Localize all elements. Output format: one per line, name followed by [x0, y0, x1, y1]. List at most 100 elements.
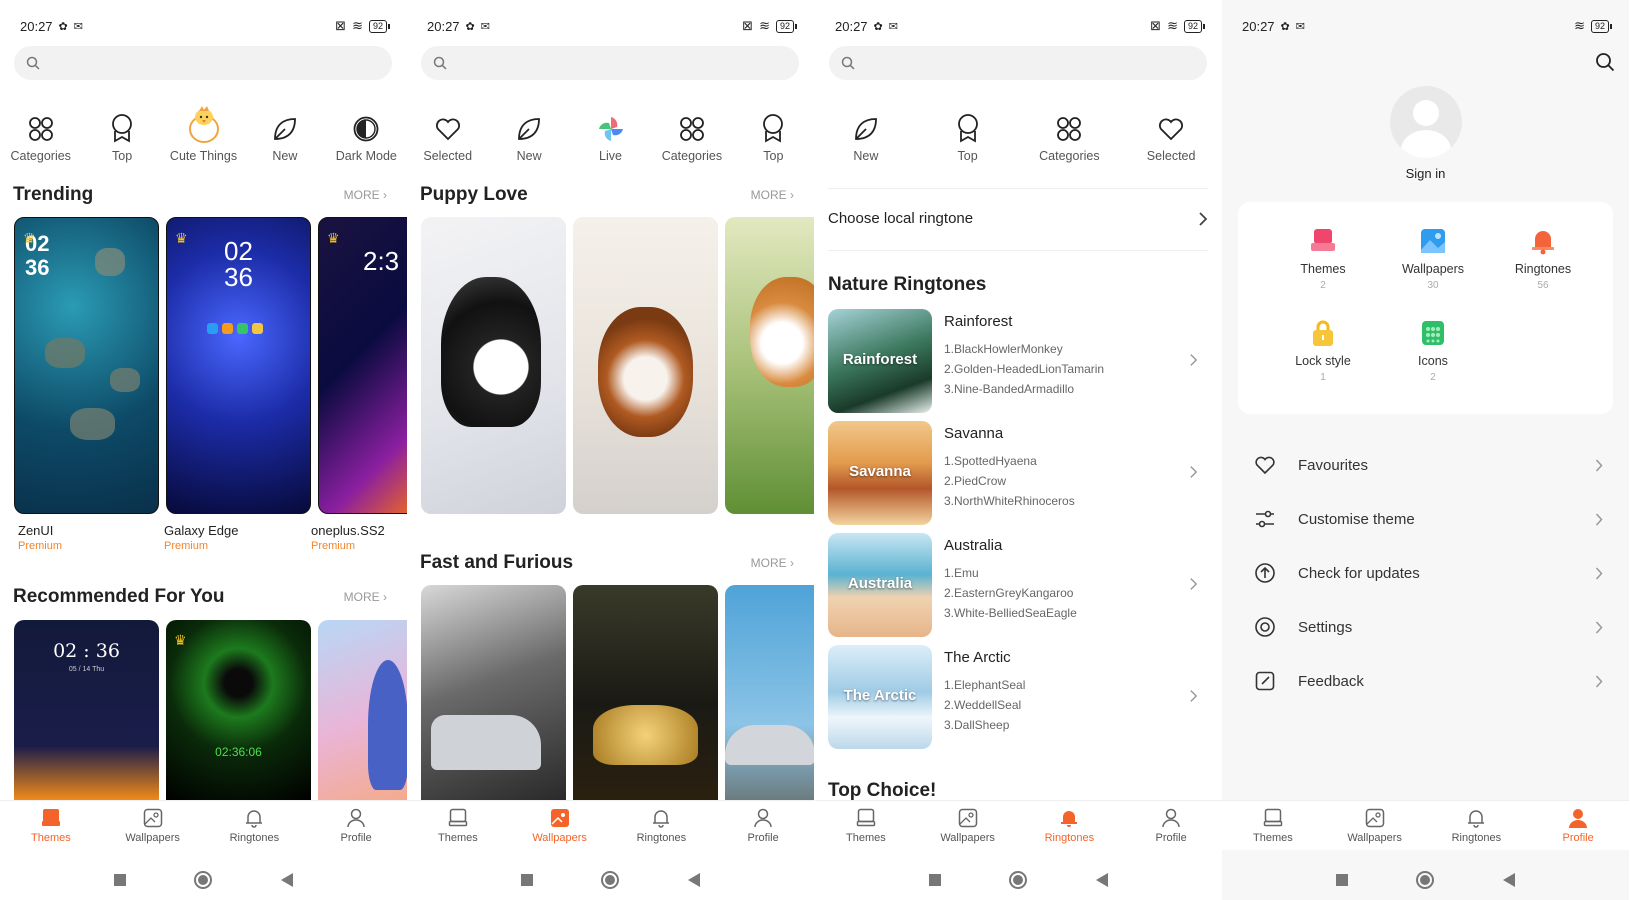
- tab-themes[interactable]: Themes: [407, 801, 509, 850]
- tab-ringtones[interactable]: Ringtones: [1426, 801, 1528, 850]
- more-link[interactable]: MORE ›: [344, 590, 387, 604]
- tab-wallpapers[interactable]: Wallpapers: [917, 801, 1019, 850]
- more-link[interactable]: MORE ›: [344, 188, 387, 202]
- ringtone-pack-savanna[interactable]: Savanna Savanna 1.SpottedHyaena 2.PiedCr…: [828, 421, 1208, 525]
- back-button[interactable]: [1502, 873, 1515, 887]
- category-label: Top: [112, 149, 133, 163]
- dark-mode-icon: [353, 116, 379, 142]
- tab-themes[interactable]: Themes: [1222, 801, 1324, 850]
- menu-customise-theme[interactable]: Customise theme: [1252, 502, 1603, 536]
- menu-check-updates[interactable]: Check for updates: [1252, 556, 1603, 590]
- back-button[interactable]: [280, 873, 293, 887]
- tab-profile[interactable]: Profile: [305, 801, 407, 850]
- menu-settings[interactable]: Settings: [1252, 610, 1603, 644]
- more-link[interactable]: MORE ›: [751, 188, 794, 202]
- tab-wallpapers[interactable]: Wallpapers: [509, 801, 611, 850]
- category-new[interactable]: New: [488, 105, 569, 163]
- theme-card-recommended-3[interactable]: [318, 620, 407, 800]
- menu-label: Settings: [1298, 618, 1353, 636]
- tab-wallpapers[interactable]: Wallpapers: [1324, 801, 1426, 850]
- wallpaper-gold-car[interactable]: [573, 585, 718, 800]
- search-input[interactable]: [14, 46, 392, 80]
- tab-wallpapers[interactable]: Wallpapers: [102, 801, 204, 850]
- recents-button[interactable]: [114, 874, 127, 886]
- home-button[interactable]: [601, 871, 620, 889]
- home-button[interactable]: [1009, 871, 1028, 889]
- recents-button[interactable]: [929, 874, 942, 886]
- wallpaper-shiba[interactable]: [725, 217, 814, 514]
- category-categories[interactable]: Categories: [0, 105, 81, 163]
- category-new[interactable]: New: [244, 105, 325, 163]
- thumb-label: Rainforest: [842, 351, 918, 368]
- stat-themes[interactable]: Themes 2: [1273, 226, 1373, 291]
- menu-label: Customise theme: [1298, 510, 1415, 528]
- tab-ringtones[interactable]: Ringtones: [611, 801, 713, 850]
- avatar[interactable]: [1390, 86, 1462, 158]
- search-input[interactable]: [421, 46, 799, 80]
- search-input[interactable]: [829, 46, 1207, 80]
- tab-themes[interactable]: Themes: [815, 801, 917, 850]
- ringtone-pack-australia[interactable]: Australia Australia 1.Emu 2.EasternGreyK…: [828, 533, 1208, 637]
- tab-profile[interactable]: Profile: [1120, 801, 1222, 850]
- tab-ringtones[interactable]: Ringtones: [1019, 801, 1121, 850]
- tab-ringtones[interactable]: Ringtones: [204, 801, 306, 850]
- menu-feedback[interactable]: Feedback: [1252, 664, 1603, 698]
- choose-local-ringtone[interactable]: Choose local ringtone: [828, 210, 1208, 227]
- stat-ringtones[interactable]: Ringtones 56: [1493, 226, 1593, 291]
- theme-card-zenui[interactable]: 02 36 ♛: [14, 217, 159, 514]
- category-label: Top: [763, 149, 784, 163]
- more-link[interactable]: MORE ›: [751, 556, 794, 570]
- person-icon: [347, 808, 365, 828]
- category-selected[interactable]: Selected: [407, 105, 488, 163]
- wallpaper-suv[interactable]: [421, 585, 566, 800]
- theme-card-galaxy-edge[interactable]: 02 36 ♛: [166, 217, 311, 514]
- menu-favourites[interactable]: Favourites: [1252, 448, 1603, 482]
- home-button[interactable]: [1416, 871, 1435, 889]
- theme-card-recommended-1[interactable]: 02 : 36 05 / 14 Thu: [14, 620, 159, 800]
- themes-icon: [448, 808, 468, 827]
- stat-wallpapers[interactable]: Wallpapers 30: [1383, 226, 1483, 291]
- profile-stats-card: Themes 2 Wallpapers 30 Ringtones 56 Lock…: [1238, 202, 1613, 414]
- category-cute-things[interactable]: Cute Things: [163, 105, 244, 163]
- stat-count: 2: [1430, 372, 1436, 383]
- theme-card-oneplus-ss2[interactable]: 2:3 ♛: [318, 217, 407, 514]
- home-button[interactable]: [194, 871, 213, 889]
- theme-card-recommended-2[interactable]: 02:36:06 ♛: [166, 620, 311, 800]
- battery-icon: 92: [775, 19, 798, 33]
- category-selected[interactable]: Selected: [1120, 105, 1222, 163]
- ringtone-pack-rainforest[interactable]: Rainforest Rainforest 1.BlackHowlerMonke…: [828, 309, 1208, 413]
- back-button[interactable]: [687, 873, 700, 887]
- search-icon: [841, 56, 855, 70]
- stat-count: 1: [1320, 372, 1326, 383]
- crown-icon: ♛: [174, 632, 187, 648]
- ringtones-screen: 20:27 ✿ ✉ ⊠ ≋ 92 New Top Categories Sele…: [815, 0, 1222, 900]
- back-button[interactable]: [1095, 873, 1108, 887]
- ringtone-item: 1.BlackHowlerMonkey: [944, 342, 1063, 356]
- category-top[interactable]: Top: [733, 105, 814, 163]
- ringtone-thumb: The Arctic: [828, 645, 932, 749]
- wallpaper-sedan[interactable]: [725, 585, 814, 800]
- category-top[interactable]: Top: [917, 105, 1019, 163]
- sign-in-link[interactable]: Sign in: [1222, 166, 1629, 181]
- wallpaper-husky[interactable]: [421, 217, 566, 514]
- stat-icons[interactable]: Icons 2: [1383, 318, 1483, 383]
- stat-lock-style[interactable]: Lock style 1: [1273, 318, 1373, 383]
- chevron-right-icon: [1190, 690, 1198, 702]
- recents-button[interactable]: [1336, 874, 1349, 886]
- tab-themes[interactable]: Themes: [0, 801, 102, 850]
- premium-badge: Premium: [164, 540, 209, 552]
- category-categories[interactable]: Categories: [1019, 105, 1121, 163]
- ringtone-pack-arctic[interactable]: The Arctic The Arctic 1.ElephantSeal 2.W…: [828, 645, 1208, 749]
- category-top[interactable]: Top: [81, 105, 162, 163]
- recents-button[interactable]: [521, 874, 534, 886]
- wallpaper-dog-towel[interactable]: [573, 217, 718, 514]
- category-dark-mode[interactable]: Dark Mode: [326, 105, 407, 163]
- tab-profile[interactable]: Profile: [712, 801, 814, 850]
- tab-profile[interactable]: Profile: [1527, 801, 1629, 850]
- category-live[interactable]: Live: [570, 105, 651, 163]
- wifi-icon: ≋: [1167, 18, 1178, 33]
- search-icon[interactable]: [1595, 52, 1615, 72]
- category-label: Dark Mode: [335, 149, 397, 163]
- category-categories[interactable]: Categories: [651, 105, 732, 163]
- category-new[interactable]: New: [815, 105, 917, 163]
